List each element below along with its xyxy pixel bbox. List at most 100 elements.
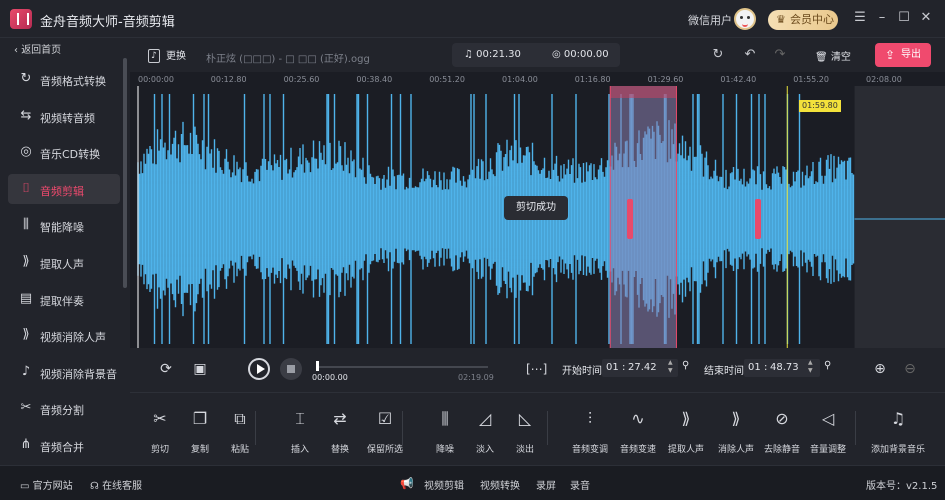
online-support-link[interactable]: ☊ 在线客服 bbox=[90, 477, 142, 492]
cd-icon: ◎ bbox=[20, 144, 32, 160]
selection-end-handle[interactable] bbox=[755, 199, 761, 239]
version-label: 版本号：v2.1.5 bbox=[866, 481, 938, 492]
play-button[interactable] bbox=[248, 358, 270, 380]
remove-silence-icon: ⊘ bbox=[775, 409, 789, 428]
maximize-icon[interactable]: ☐ bbox=[896, 10, 912, 26]
insert-icon: ⌶ bbox=[295, 409, 305, 428]
bg-music-icon: ♫ bbox=[890, 409, 906, 428]
zoom-out-icon[interactable]: ⊖ bbox=[900, 359, 920, 379]
sidebar-item-4[interactable]: ⫼ 智能降噪 bbox=[8, 210, 120, 240]
sidebar-item-label: 音频合并 bbox=[40, 441, 84, 454]
close-icon[interactable]: ✕ bbox=[918, 10, 934, 26]
video-remove-voice-icon: ⟫ bbox=[22, 327, 30, 343]
start-time-sep: : bbox=[622, 362, 626, 373]
waveform-editor[interactable]: 00:00:00 00:12.80 00:25.60 00:38.40 00:51.20… bbox=[130, 72, 945, 348]
link-audio-record[interactable]: 录音 bbox=[570, 477, 590, 492]
tool-bg-music[interactable]: ♫ 添加背景音乐 bbox=[868, 403, 928, 459]
official-website-label: 官方网站 bbox=[32, 481, 73, 492]
video-to-audio-icon: ⇆ bbox=[20, 107, 32, 123]
selection-range-icon: [⋯] bbox=[526, 362, 548, 376]
tool-label: 粘贴 bbox=[230, 445, 249, 455]
waveform-tail bbox=[854, 86, 945, 348]
total-duration-value: 00:21.30 bbox=[476, 49, 521, 60]
change-file-button[interactable]: ♪ 更换 bbox=[148, 47, 186, 63]
megaphone-icon: 📢 bbox=[400, 477, 414, 490]
vip-center-button[interactable]: 会员中心 bbox=[768, 10, 838, 30]
start-time-minutes[interactable]: 01 bbox=[606, 360, 619, 376]
link-screen-record[interactable]: 录屏 bbox=[536, 477, 556, 492]
link-video-convert[interactable]: 视频转换 bbox=[480, 477, 520, 492]
menu-icon[interactable]: ☰ bbox=[852, 10, 868, 26]
edit-tools: ✂ 剪切 ❐ 复制 ⧉ 粘贴 ⌶ 插入 ⇄ 替换 ☑ 保留所选 ⫼ 降噪 ◿ 淡入 ◺ 淡出 ⫶ 音频变调 ∿ 音频变速 ⟫… bbox=[130, 392, 945, 465]
link-video-edit[interactable]: 视频剪辑 bbox=[424, 477, 464, 492]
tool-divider bbox=[255, 411, 256, 445]
end-time-seconds[interactable]: 48.73 bbox=[770, 360, 799, 376]
timeline-tick: 00:51.20 bbox=[429, 75, 465, 84]
file-name: 朴正炫 (□□□) - □ □□ (正好).ogg bbox=[206, 54, 370, 65]
minimize-icon[interactable]: – bbox=[874, 10, 890, 26]
back-home-label: 返回首页 bbox=[21, 45, 62, 56]
sidebar-item-2[interactable]: ◎ 音乐CD转换 bbox=[8, 137, 120, 167]
clear-button[interactable]: 🗑 清空 bbox=[815, 48, 851, 63]
sidebar-item-0[interactable]: ↻ 音频格式转换 bbox=[8, 64, 120, 94]
start-time-stepper[interactable]: ▲ ▼ bbox=[668, 359, 673, 375]
zoom-in-icon[interactable]: ⊕ bbox=[870, 359, 890, 379]
tool-label: 保留所选 bbox=[366, 445, 403, 455]
sidebar-item-label: 视频转音频 bbox=[40, 111, 95, 125]
user-name[interactable]: 微信用户 bbox=[688, 12, 732, 28]
avatar[interactable] bbox=[734, 8, 756, 30]
timeline-tick: 00:00:00 bbox=[138, 75, 174, 84]
start-time-seconds[interactable]: 27.42 bbox=[628, 360, 657, 376]
speed-icon: ∿ bbox=[631, 409, 645, 428]
sidebar-item-6[interactable]: ▤ 提取伴奏 bbox=[8, 284, 120, 314]
music-file-icon: ♪ bbox=[148, 49, 160, 63]
play-selection-icon[interactable]: ▣ bbox=[190, 359, 210, 379]
tool-volume[interactable]: ◁ 音量调整 bbox=[798, 403, 858, 459]
reset-icon[interactable]: ↻ bbox=[710, 47, 726, 63]
selection-region[interactable] bbox=[610, 86, 677, 348]
scissors-icon: ✂ bbox=[153, 409, 167, 428]
cut-success-toast: 剪切成功 bbox=[504, 196, 568, 220]
fade-in-icon: ◿ bbox=[478, 409, 492, 428]
tool-keep-selected[interactable]: ☑ 保留所选 bbox=[355, 403, 415, 459]
keep-selected-icon: ☑ bbox=[377, 409, 393, 428]
end-time-minutes[interactable]: 01 bbox=[748, 360, 761, 376]
end-time-stepper[interactable]: ▲ ▼ bbox=[808, 359, 813, 375]
loop-icon[interactable]: ⟳ bbox=[156, 359, 176, 379]
undo-icon[interactable]: ↶ bbox=[742, 47, 758, 63]
copy-icon: ❐ bbox=[192, 409, 208, 428]
sidebar-item-7[interactable]: ⟫ 视频消除人声 bbox=[8, 320, 120, 350]
official-website-link[interactable]: ▭ 官方网站 bbox=[20, 477, 73, 492]
sidebar-item-10[interactable]: ⋔ 音频合并 bbox=[8, 430, 120, 460]
extract-voice-icon: ⟫ bbox=[22, 254, 30, 269]
replace-icon: ⇄ bbox=[333, 409, 347, 428]
sidebar-item-1[interactable]: ⇆ 视频转音频 bbox=[8, 101, 120, 131]
playback-knob[interactable] bbox=[316, 361, 319, 371]
tool-fade-out[interactable]: ◺ 淡出 bbox=[495, 403, 555, 459]
window-title: 金舟音频大师-音频剪辑 bbox=[40, 15, 175, 30]
export-button[interactable]: 导出 bbox=[875, 43, 931, 67]
total-time: 02:19.09 bbox=[458, 373, 494, 382]
sidebar-item-9[interactable]: ✂ 音频分割 bbox=[8, 393, 120, 423]
start-time-label: 开始时间 bbox=[562, 366, 602, 377]
timeline-ruler[interactable]: 00:00:00 00:12.80 00:25.60 00:38.40 00:51.20… bbox=[130, 72, 945, 86]
sidebar-item-3[interactable]: ⌷ 音频剪辑 bbox=[8, 173, 120, 204]
playback-progress[interactable] bbox=[316, 366, 488, 368]
redo-icon[interactable]: ↷ bbox=[772, 47, 788, 63]
end-pin-icon[interactable]: ⚲ bbox=[824, 360, 832, 374]
tool-paste[interactable]: ⧉ 粘贴 bbox=[210, 403, 270, 459]
noise-reduction-icon: ⫼ bbox=[441, 409, 449, 428]
sidebar-item-label: 提取人声 bbox=[40, 258, 84, 271]
sidebar-item-8[interactable]: ♪ 视频消除背景音 bbox=[8, 357, 120, 387]
sidebar-scrollbar[interactable] bbox=[123, 58, 127, 288]
start-pin-icon[interactable]: ⚲ bbox=[682, 360, 690, 374]
stop-button[interactable] bbox=[280, 358, 302, 380]
selection-top-band bbox=[610, 86, 677, 98]
selection-start-handle[interactable] bbox=[627, 199, 633, 239]
timeline-tick: 01:55.20 bbox=[793, 75, 829, 84]
video-remove-bg-icon: ♪ bbox=[21, 363, 31, 379]
tool-divider bbox=[547, 411, 548, 445]
back-home-link[interactable]: ‹ 返回首页 bbox=[14, 41, 61, 56]
sidebar-item-5[interactable]: ⟫ 提取人声 bbox=[8, 247, 120, 277]
editor-toolbar: ♪ 更换 朴正炫 (□□□) - □ □□ (正好).ogg ♫ 00:21.30… bbox=[130, 38, 945, 72]
